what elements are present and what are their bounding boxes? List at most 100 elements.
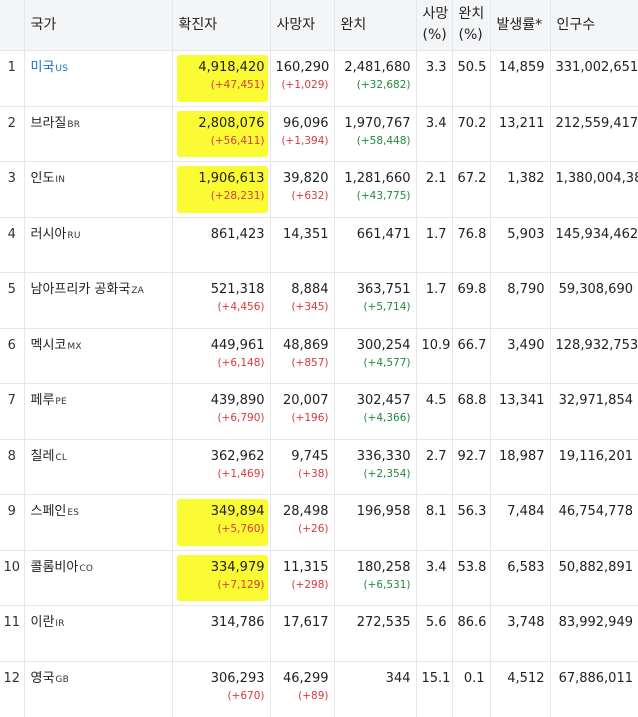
death-rate-cell: 5.6 [416,605,453,661]
rank-number: 9 [7,504,16,519]
cases-value: 314,786 [210,615,265,630]
rank-number: 6 [7,337,16,353]
rank-number: 1 [7,60,16,75]
death-rate-cell: 4.5 [416,383,453,439]
death-rate-value: 3.4 [425,115,447,131]
death-rate-value: 1.7 [425,226,447,242]
deaths-cell: 160,290 (+1,029) [270,50,335,106]
population-value: 212,559,417 [555,115,638,131]
cases-value: 362,962 [210,448,265,464]
deaths-cell: 20,007 (+196) [270,383,335,439]
population-value: 128,932,753 [555,337,638,353]
rank-number: 10 [3,559,21,575]
recovered-cell: 661,471 [334,216,417,273]
country-code: PE [55,397,67,407]
recovered-cell: 196,958 [334,494,417,550]
recovered-cell: 363,751 (+5,714) [334,272,417,328]
country-name: 이란 [30,615,55,630]
covid-country-table: 국가 확진자 사망자 완치 사망 (%) 완치 (%) 발생률* 인구수 1 미국US… [0,0,638,717]
death-rate-value: 5.6 [425,615,447,630]
recovery-rate-value: 56.3 [457,504,487,519]
header-deaths-label: 사망자 [276,16,316,33]
death-rate-value: 1.7 [425,282,447,297]
recovered-value: 196,958 [356,504,411,519]
cases-delta: (+7,129) [217,578,265,591]
country-code: ZA [131,286,145,296]
death-rate-cell: 8.1 [416,494,453,550]
country-cell[interactable]: 미국US [24,50,173,106]
country-name: 콜롬비아 [30,559,79,575]
country-cell: 인도IN [24,161,173,217]
recovered-cell: 1,281,660 (+43,775) [334,161,417,217]
cases-cell: 306,293 (+670) [172,660,271,717]
header-recovery-rate[interactable]: 완치 (%) [452,0,491,51]
country-code: CO [79,563,94,574]
incidence-cell: 5,903 [490,216,551,273]
country-name: 브라질 [30,115,67,131]
country-name: 칠레 [30,448,55,464]
deaths-cell: 17,617 [270,605,335,661]
header-incidence[interactable]: 발생률* [490,0,551,51]
header-death-rate[interactable]: 사망 (%) [416,0,453,51]
recovered-cell: 344 [334,660,417,717]
header-country[interactable]: 국가 [24,0,173,51]
country-code: BR [67,119,81,130]
recovered-delta: (+4,366) [363,412,411,424]
cases-delta: (+47,451) [210,79,265,91]
deaths-cell: 8,884 (+345) [270,272,335,328]
incidence-cell: 4,512 [490,660,551,717]
deaths-delta: (+1,029) [281,79,329,91]
population-value: 32,971,854 [558,393,633,408]
cases-delta: (+28,231) [210,190,265,202]
rank-cell: 7 [0,383,25,439]
recovery-rate-value: 66.7 [457,337,487,353]
deaths-value: 11,315 [283,559,329,575]
rank-number: 12 [3,670,21,686]
recovered-cell: 180,258 (+6,531) [334,549,417,606]
deaths-value: 46,299 [283,670,329,686]
recovered-value: 661,471 [356,226,411,242]
cases-delta: (+4,456) [217,301,265,313]
population-cell: 145,934,462 [550,216,638,273]
population-value: 83,992,949 [558,615,633,630]
recovery-rate-cell: 50.5 [452,50,491,106]
deaths-delta: (+345) [291,301,329,313]
recovered-cell: 302,457 (+4,366) [334,383,417,439]
death-rate-value: 3.3 [425,60,447,75]
incidence-cell: 13,341 [490,383,551,439]
cases-value: 2,808,076 [198,115,265,131]
deaths-value: 17,617 [283,615,329,630]
recovered-delta: (+43,775) [356,190,411,202]
rank-number: 2 [7,115,16,131]
header-population[interactable]: 인구수 [550,0,638,51]
population-value: 59,308,690 [558,282,633,297]
recovery-rate-cell: 53.8 [452,549,491,606]
incidence-value: 13,211 [499,115,545,131]
cases-value: 4,918,420 [198,60,265,75]
recovery-rate-cell: 86.6 [452,605,491,661]
cases-value: 306,293 [210,670,265,686]
death-rate-cell: 15.1 [416,660,453,717]
country-cell: 러시아RU [24,216,173,273]
deaths-cell: 11,315 (+298) [270,549,335,606]
deaths-value: 48,869 [283,337,329,353]
rank-cell: 10 [0,549,25,606]
incidence-value: 7,484 [507,504,545,519]
recovered-value: 336,330 [356,448,411,464]
incidence-cell: 14,859 [490,50,551,106]
rank-cell: 6 [0,327,25,384]
death-rate-value: 2.1 [425,171,447,186]
header-death-rate-line2: (%) [422,27,447,43]
cases-cell: 449,961 (+6,148) [172,327,271,384]
header-recovery-rate-line1: 완치 [458,6,485,22]
deaths-value: 39,820 [283,171,329,186]
header-recovered[interactable]: 완치 [334,0,417,51]
header-deaths[interactable]: 사망자 [270,0,335,51]
recovered-cell: 300,254 (+4,577) [334,327,417,384]
incidence-cell: 8,790 [490,272,551,328]
incidence-value: 3,748 [507,615,545,630]
population-cell: 32,971,854 [550,383,638,439]
recovered-delta: (+6,531) [363,578,411,591]
country-name[interactable]: 미국 [31,60,55,75]
header-cases[interactable]: 확진자 [172,0,271,51]
